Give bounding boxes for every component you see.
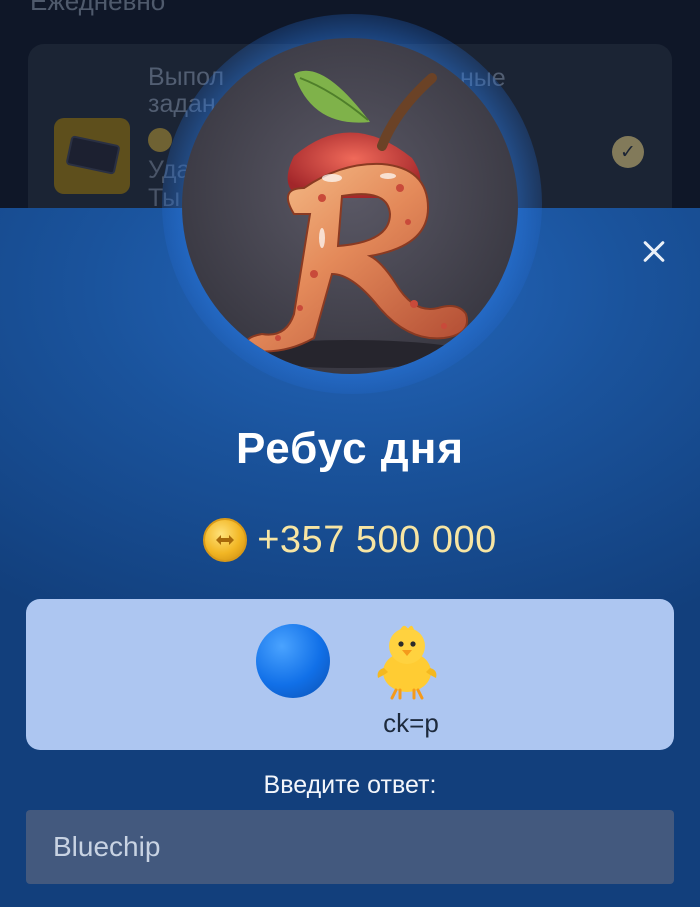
modal-title: Ребус дня — [236, 424, 464, 473]
coin-icon — [203, 518, 248, 562]
task-thumbnail-icon — [54, 118, 130, 194]
close-button[interactable] — [632, 232, 676, 272]
puzzle-card — [26, 599, 674, 750]
task-coin-icon — [148, 128, 172, 152]
rebus-image — [182, 38, 518, 374]
answer-input[interactable] — [26, 810, 674, 884]
apple-letter-r-icon — [230, 70, 470, 368]
page: Ежедневно Выпол задан ные Уда Ты ✓ — [0, 0, 700, 907]
reward-amount: +357 500 000 — [257, 518, 497, 561]
section-title: Ежедневно — [30, 0, 166, 16]
check-icon: ✓ — [612, 136, 644, 168]
chick-icon — [366, 618, 448, 700]
reward: +357 500 000 — [0, 518, 700, 562]
blue-circle-icon — [256, 624, 330, 698]
answer-label: Введите ответ: — [263, 771, 437, 799]
puzzle-hint: ck=p — [383, 708, 439, 738]
